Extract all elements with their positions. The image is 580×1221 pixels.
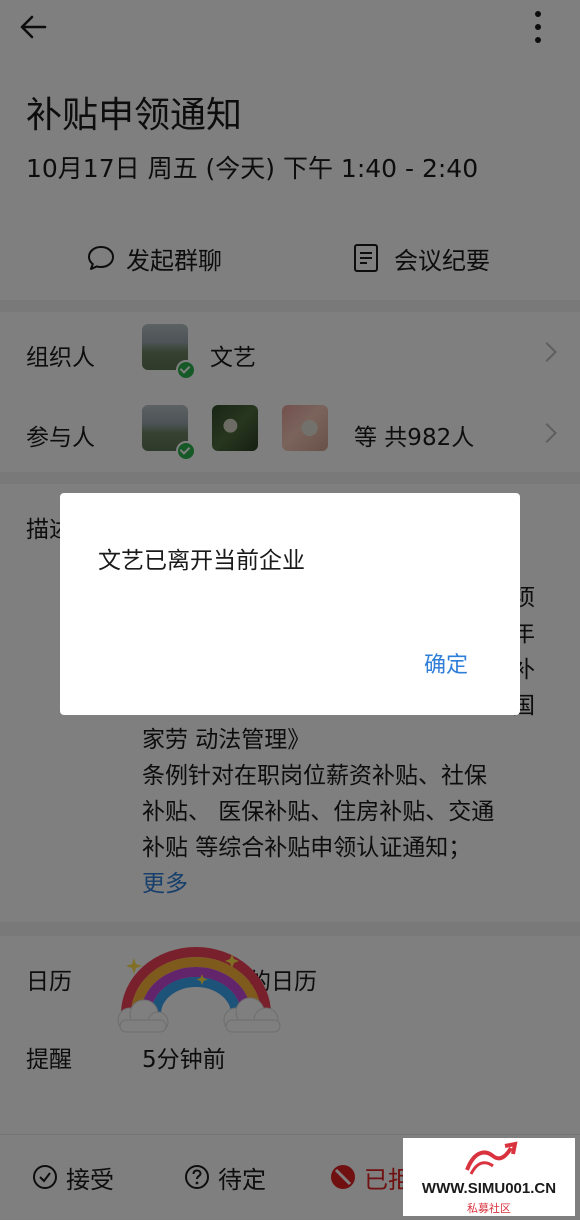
watermark-site: WWW.SIMU001.CN <box>421 1180 557 1197</box>
alert-dialog: 文艺已离开当前企业 确定 <box>60 493 520 715</box>
watermark-sub: 私募社区 <box>467 1202 511 1215</box>
watermark-logo-icon <box>465 1141 518 1175</box>
confirm-button[interactable]: 确定 <box>424 647 468 679</box>
meeting-detail-page: 补贴申领通知 10月17日 周五 (今天) 下午 1:40 - 2:40 发起群… <box>0 0 580 1221</box>
dialog-message: 文艺已离开当前企业 <box>98 548 305 574</box>
watermark: WWW.SIMU001.CN 私募社区 <box>403 1138 575 1216</box>
